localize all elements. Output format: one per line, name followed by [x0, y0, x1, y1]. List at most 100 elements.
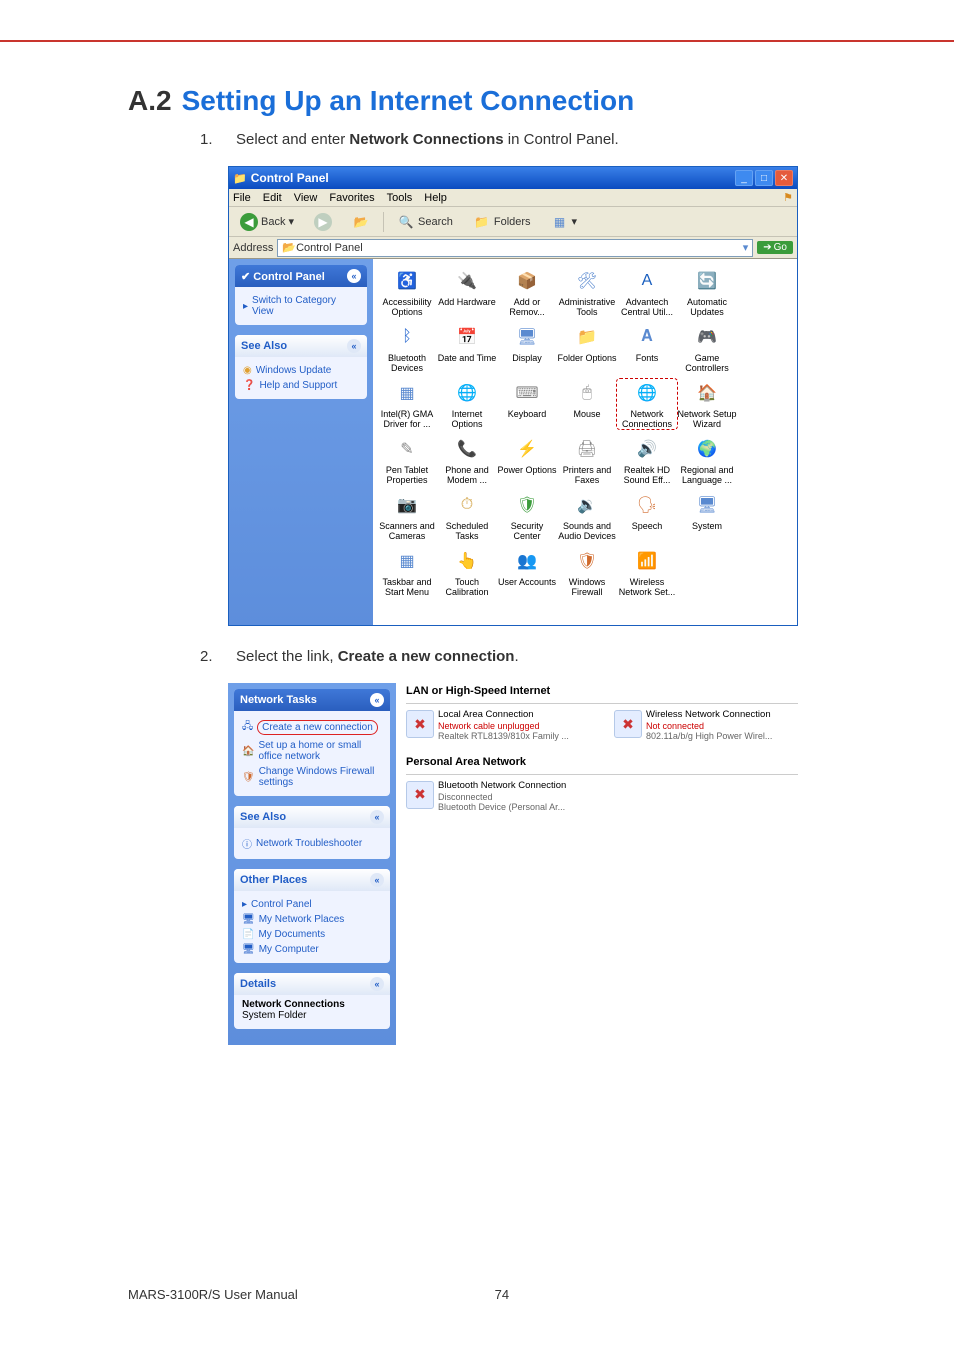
home-net-icon: 🏠 [242, 746, 254, 757]
go-button[interactable]: ➔Go [757, 241, 793, 254]
cp-item-label: Mouse [557, 409, 617, 419]
cp-item-icon: 🖨 [573, 435, 601, 463]
menu-edit[interactable]: Edit [263, 192, 282, 204]
cp-item[interactable]: 📞Phone and Modem ... [437, 435, 497, 485]
troubleshooter-link[interactable]: ⓘNetwork Troubleshooter [242, 836, 382, 851]
back-button[interactable]: ◀Back ▾ [233, 210, 301, 234]
cp-item[interactable]: 👥User Accounts [497, 547, 557, 597]
address-field[interactable]: 📂 Control Panel▾ [277, 239, 753, 257]
collapse-icon[interactable]: « [347, 339, 361, 353]
collapse-icon[interactable]: « [347, 269, 361, 283]
cp-item[interactable]: ᛒBluetooth Devices [377, 323, 437, 373]
cp-item[interactable]: 🎮Game Controllers [677, 323, 737, 373]
cp-item[interactable]: 📶Wireless Network Set... [617, 547, 677, 597]
side-see-also2: See Also « ⓘNetwork Troubleshooter [234, 806, 390, 859]
cp-item-label: Taskbar and Start Menu [377, 577, 437, 597]
collapse-icon[interactable]: « [370, 810, 384, 824]
home-network-link[interactable]: 🏠Set up a home or small office network [242, 740, 382, 762]
cp-item[interactable]: 📷Scanners and Cameras [377, 491, 437, 541]
cp-item[interactable]: 🛡Windows Firewall [557, 547, 617, 597]
cp-item[interactable]: 🛡Security Center [497, 491, 557, 541]
cp-item[interactable]: 🖨Printers and Faxes [557, 435, 617, 485]
op-network-places[interactable]: 🖥My Network Places [242, 914, 382, 925]
chevron-down-icon[interactable]: ▾ [743, 241, 749, 254]
collapse-icon[interactable]: « [370, 977, 384, 991]
cp-item[interactable]: 🖥Display [497, 323, 557, 373]
menu-file[interactable]: File [233, 192, 251, 204]
minimize-button[interactable]: _ [735, 170, 753, 186]
cp-item[interactable]: 🛠Administrative Tools [557, 267, 617, 317]
cp-item[interactable]: ⌨Keyboard [497, 379, 557, 429]
maximize-button[interactable]: □ [755, 170, 773, 186]
cp-item[interactable]: 🌍Regional and Language ... [677, 435, 737, 485]
create-connection-link[interactable]: 🖧Create a new connection [242, 719, 382, 736]
collapse-icon[interactable]: « [370, 693, 384, 707]
cp-item-label: Bluetooth Devices [377, 353, 437, 373]
cp-item[interactable]: ✎Pen Tablet Properties [377, 435, 437, 485]
cp-item[interactable]: 👆Touch Calibration [437, 547, 497, 597]
cp-item[interactable]: 🔌Add Hardware [437, 267, 497, 317]
see-also-title: See Also [240, 811, 286, 823]
op-control-panel[interactable]: ▸Control Panel [242, 899, 382, 910]
cp-item[interactable]: 🖥System [677, 491, 737, 541]
views-button[interactable]: ▦▾ [544, 210, 585, 234]
cp-item[interactable]: 🔊Realtek HD Sound Eff... [617, 435, 677, 485]
section-title: Setting Up an Internet Connection [182, 85, 635, 116]
menu-tools[interactable]: Tools [387, 192, 413, 204]
cp-item-icon: 🖱 [573, 379, 601, 407]
cp-item[interactable]: 🌐Internet Options [437, 379, 497, 429]
menu-view[interactable]: View [294, 192, 318, 204]
cp-item-label: Administrative Tools [557, 297, 617, 317]
folder-icon: 📂 [282, 241, 296, 254]
cp-item[interactable]: 📅Date and Time [437, 323, 497, 373]
cp-item[interactable]: 🌐Network Connections [617, 379, 677, 429]
app-icon: 📁 [233, 172, 247, 185]
switch-category-link[interactable]: ▸Switch to Category View [243, 295, 359, 317]
menu-help[interactable]: Help [424, 192, 447, 204]
cp-item[interactable]: AAdvantech Central Util... [617, 267, 677, 317]
op-item-label: My Documents [258, 929, 325, 940]
menu-favorites[interactable]: Favorites [329, 192, 374, 204]
nt-body: 🖧Create a new connection 🏠Set up a home … [234, 711, 390, 796]
cp-item[interactable]: 📁Folder Options [557, 323, 617, 373]
close-button[interactable]: ✕ [775, 170, 793, 186]
cp-item-label: Scheduled Tasks [437, 521, 497, 541]
connection-item[interactable]: ✖Local Area ConnectionNetwork cable unpl… [406, 710, 586, 742]
forward-button[interactable]: ▶ [307, 210, 339, 234]
cp-item[interactable]: 📦Add or Remov... [497, 267, 557, 317]
window-controls: _ □ ✕ [735, 170, 793, 186]
cp-item[interactable]: 🗣Speech [617, 491, 677, 541]
help-support-link[interactable]: ❓Help and Support [243, 380, 359, 391]
cp-item[interactable]: 🖱 Mouse [557, 379, 617, 429]
folders-button[interactable]: 📁Folders [466, 210, 538, 234]
addressbar: Address 📂 Control Panel▾ ➔Go [229, 237, 797, 259]
nt-item-label: Change Windows Firewall settings [259, 766, 382, 788]
cp-item[interactable]: 🔉Sounds and Audio Devices [557, 491, 617, 541]
windows-update-link[interactable]: ◉Windows Update [243, 365, 359, 376]
op-my-documents[interactable]: 📄My Documents [242, 929, 382, 940]
cp-item[interactable]: ▦Intel(R) GMA Driver for ... [377, 379, 437, 429]
cp-item[interactable]: ⏱Scheduled Tasks [437, 491, 497, 541]
collapse-icon[interactable]: « [370, 873, 384, 887]
side-control-panel: ✔ Control Panel« ▸Switch to Category Vie… [235, 265, 367, 325]
cp-item[interactable]: ♿Accessibility Options [377, 267, 437, 317]
up-button[interactable]: 📂 [345, 210, 377, 234]
cp-item[interactable]: 🔄Automatic Updates [677, 267, 737, 317]
cp-item-icon: 🎮 [693, 323, 721, 351]
cp-item-icon: 🔌 [453, 267, 481, 295]
cp-item[interactable]: 🏠Network Setup Wizard [677, 379, 737, 429]
side-see-also: See Also« ◉Windows Update ❓Help and Supp… [235, 335, 367, 399]
cp-item-icon: 🛡 [513, 491, 541, 519]
side-seealso-body: ◉Windows Update ❓Help and Support [235, 357, 367, 399]
cp-item-icon: 🖥 [513, 323, 541, 351]
connection-item[interactable]: ✖Bluetooth Network ConnectionDisconnecte… [406, 781, 586, 813]
cp-item[interactable]: ▦Taskbar and Start Menu [377, 547, 437, 597]
cp-item[interactable]: 𝐀Fonts [617, 323, 677, 373]
op-my-computer[interactable]: 🖥My Computer [242, 944, 382, 955]
search-button[interactable]: 🔍Search [390, 210, 460, 234]
cp-item-label: Automatic Updates [677, 297, 737, 317]
folder-up-icon: 📂 [352, 213, 370, 231]
firewall-settings-link[interactable]: 🛡Change Windows Firewall settings [242, 766, 382, 788]
cp-item[interactable]: ⚡Power Options [497, 435, 557, 485]
connection-item[interactable]: ✖Wireless Network ConnectionNot connecte… [614, 710, 794, 742]
